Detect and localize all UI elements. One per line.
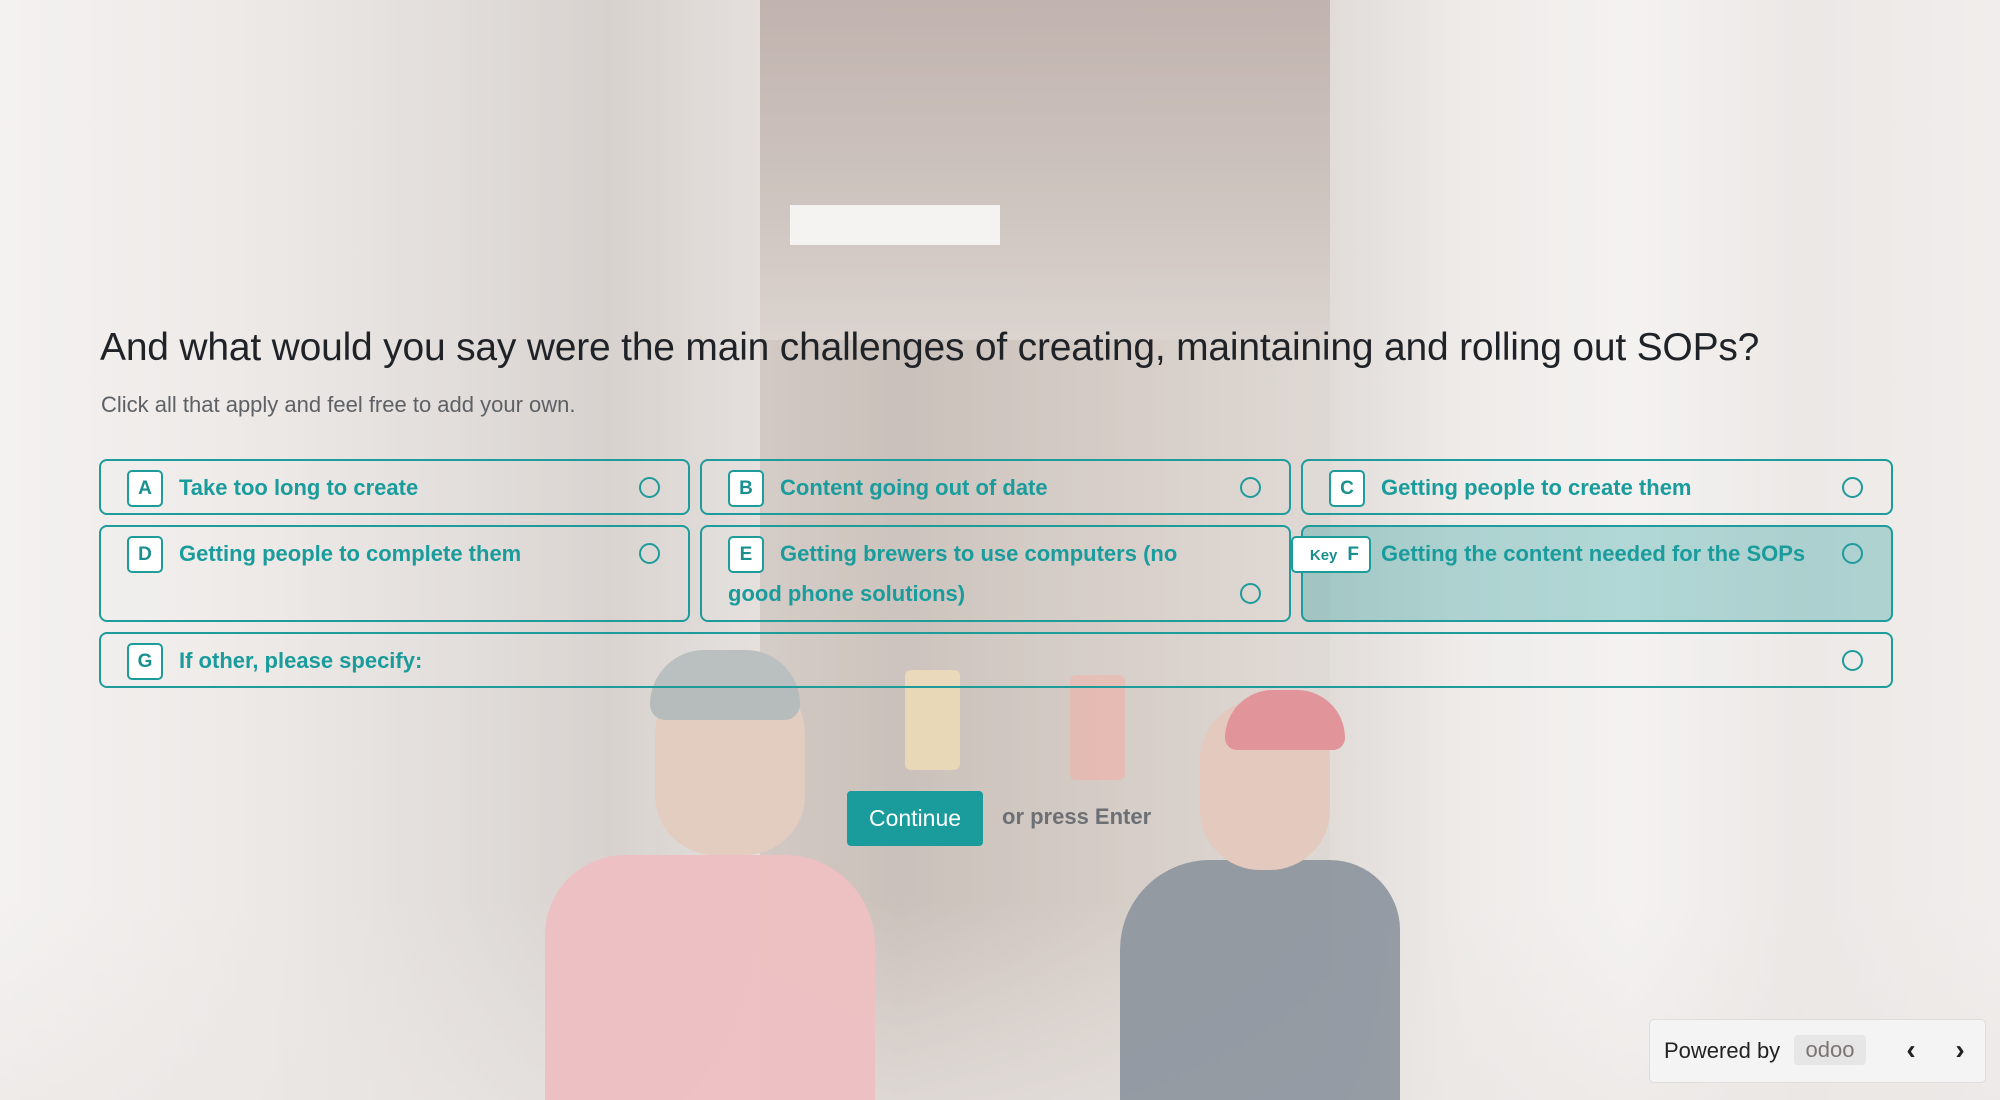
choice-label: Getting brewers to use computers (no goo… xyxy=(728,541,1178,606)
radio-circle-icon[interactable] xyxy=(1240,583,1261,604)
choice-key-badge: C xyxy=(1329,470,1365,507)
chevron-right-icon[interactable]: › xyxy=(1944,1034,1976,1068)
radio-circle-icon[interactable] xyxy=(1842,543,1863,564)
choice-g-other[interactable]: G If other, please specify: xyxy=(99,632,1893,688)
choice-label: Take too long to create xyxy=(179,475,419,500)
press-enter-hint: or press Enter xyxy=(1002,804,1152,829)
radio-circle-icon[interactable] xyxy=(639,477,660,498)
choice-key-badge: B xyxy=(728,470,764,507)
choice-e[interactable]: E Getting brewers to use computers (no g… xyxy=(700,525,1291,622)
choice-key-badge: A xyxy=(127,470,163,507)
choice-a[interactable]: A Take too long to create xyxy=(99,459,690,515)
radio-circle-icon[interactable] xyxy=(1842,477,1863,498)
footer-bar: Powered by odoo ‹ › xyxy=(1649,1019,1986,1083)
key-hint-label: Key xyxy=(1309,547,1338,564)
choice-d[interactable]: D Getting people to complete them xyxy=(99,525,690,622)
continue-button[interactable]: Continue xyxy=(847,791,983,846)
survey-page: And what would you say were the main cha… xyxy=(0,0,2000,1100)
choice-label: If other, please specify: xyxy=(179,648,423,673)
choice-label: Getting the content needed for the SOPs xyxy=(1381,541,1806,566)
choice-key-badge: D xyxy=(127,536,163,573)
choice-b[interactable]: B Content going out of date xyxy=(700,459,1291,515)
radio-circle-icon[interactable] xyxy=(1842,650,1863,671)
chevron-left-icon[interactable]: ‹ xyxy=(1895,1034,1927,1068)
choice-label: Content going out of date xyxy=(780,475,1048,500)
radio-circle-icon[interactable] xyxy=(639,543,660,564)
odoo-logo[interactable]: odoo xyxy=(1794,1035,1866,1065)
question-description: Click all that apply and feel free to ad… xyxy=(101,392,576,417)
choice-key-letter: F xyxy=(1347,544,1359,565)
choice-label: Getting people to create them xyxy=(1381,475,1692,500)
choice-c[interactable]: C Getting people to create them xyxy=(1301,459,1893,515)
choice-f[interactable]: Key F Getting the content needed for the … xyxy=(1291,525,1893,622)
question-title: And what would you say were the main cha… xyxy=(100,326,1760,369)
choice-label: Getting people to complete them xyxy=(179,541,522,566)
powered-by-label: Powered by xyxy=(1664,1038,1781,1063)
choice-key-badge: Key F xyxy=(1291,536,1371,573)
choice-key-badge: G xyxy=(127,643,163,680)
radio-circle-icon[interactable] xyxy=(1240,477,1261,498)
